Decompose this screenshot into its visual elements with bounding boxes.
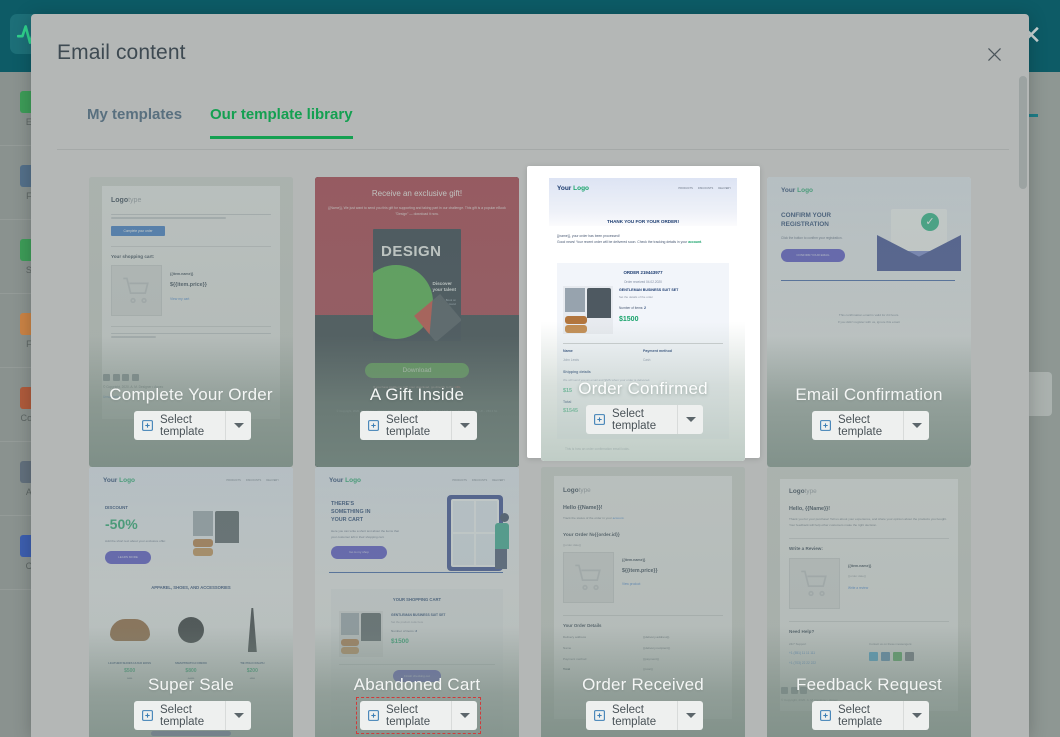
chevron-down-icon[interactable] (678, 405, 703, 434)
template-card-email-confirmation[interactable]: Your Logo CONFIRM YOUR REGISTRATION Click… (767, 177, 971, 467)
scrollbar-thumb[interactable] (1019, 76, 1027, 189)
modal-scrollbar[interactable] (1019, 76, 1027, 736)
template-preview: Logotype Hello, {{Name}}! Thank you for … (767, 467, 971, 737)
template-card-complete-your-order[interactable]: Logotype Complete your order Your shoppi… (89, 177, 293, 467)
select-template-label: Select template (386, 413, 431, 438)
tab-our-template-library[interactable]: Our template library (210, 106, 353, 139)
email-content-modal: Email content My templates Our template … (31, 14, 1029, 737)
chevron-down-icon[interactable] (678, 701, 703, 730)
template-card-order-received[interactable]: Logotype Hello {{Name}}! Track the statu… (541, 467, 745, 737)
add-box-icon (368, 710, 379, 721)
chevron-down-icon[interactable] (452, 411, 477, 440)
select-template-label: Select template (160, 703, 205, 728)
select-template-button[interactable]: Select template (812, 701, 929, 730)
chevron-down-icon[interactable] (226, 701, 251, 730)
add-box-icon (820, 420, 831, 431)
select-template-button[interactable]: Select template (134, 701, 251, 730)
template-card-abandoned-cart[interactable]: Your Logo PRODUCTS DISCOUNTS DELIVERY THER… (315, 467, 519, 737)
add-box-icon (594, 710, 605, 721)
select-template-button[interactable]: Select template (586, 701, 703, 730)
template-preview: Your Logo PRODUCTS DISCOUNTS DELIVERY THER… (315, 467, 519, 737)
select-template-button[interactable]: Select template (812, 411, 929, 440)
page-title: Email content (57, 41, 186, 64)
template-card-a-gift-inside[interactable]: Receive an exclusive gift! {{Name}}, We … (315, 177, 519, 467)
select-template-label: Select template (612, 703, 657, 728)
chevron-down-icon[interactable] (904, 411, 929, 440)
add-box-icon (594, 414, 605, 425)
select-template-button[interactable]: Select template (356, 697, 481, 734)
chevron-down-icon[interactable] (904, 701, 929, 730)
template-tabs: My templates Our template library (57, 106, 1009, 150)
tab-my-templates[interactable]: My templates (87, 106, 182, 136)
select-template-label: Select template (160, 413, 205, 438)
template-preview: Logotype Hello {{Name}}! Track the statu… (541, 467, 745, 737)
template-card-order-confirmed[interactable]: Your Logo PRODUCTS DISCOUNTS DELIVERY THAN… (541, 171, 745, 461)
template-card-super-sale[interactable]: Your Logo PRODUCTS DISCOUNTS DELIVERY DISC… (89, 467, 293, 737)
envelope-illustration: ✓ (877, 209, 961, 271)
select-template-label: Select template (612, 407, 657, 432)
chevron-down-icon[interactable] (226, 411, 251, 440)
select-template-label: Select template (838, 413, 883, 438)
select-template-button[interactable]: Select template (586, 405, 703, 434)
template-preview: Your Logo PRODUCTS DISCOUNTS DELIVERY DISC… (89, 467, 293, 737)
template-card-feedback-request[interactable]: Logotype Hello, {{Name}}! Thank you for … (767, 467, 971, 737)
select-template-label: Select template (386, 703, 431, 728)
add-box-icon (368, 420, 379, 431)
select-template-label: Select template (838, 703, 883, 728)
chevron-down-icon[interactable] (452, 701, 477, 730)
select-template-button[interactable]: Select template (134, 411, 251, 440)
template-grid: Logotype Complete your order Your shoppi… (58, 162, 1015, 737)
add-box-icon (142, 710, 153, 721)
close-icon[interactable] (981, 41, 1007, 67)
select-template-button[interactable]: Select template (360, 411, 477, 440)
add-box-icon (820, 710, 831, 721)
add-box-icon (142, 420, 153, 431)
